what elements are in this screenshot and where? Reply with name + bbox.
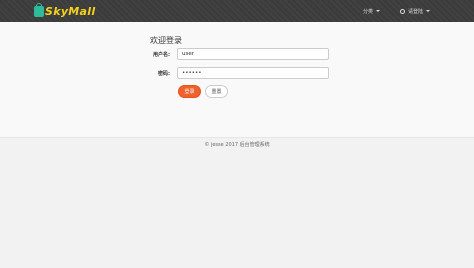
caret-down-icon (376, 10, 381, 12)
login-dropdown[interactable]: 请登陆 (400, 0, 431, 22)
brand-name: SkyMall (45, 4, 96, 18)
password-label: 密码: (158, 71, 170, 77)
category-dropdown[interactable]: 分类 (363, 0, 381, 22)
username-input[interactable]: user (177, 48, 329, 60)
main-content (0, 22, 474, 137)
reset-button[interactable]: 重置 (205, 85, 228, 98)
brand-logo[interactable]: SkyMall (34, 2, 96, 19)
login-button[interactable]: 登录 (178, 85, 201, 98)
login-label: 请登陆 (408, 8, 424, 15)
top-navbar: SkyMall 分类 请登陆 (0, 0, 474, 22)
user-icon (400, 8, 405, 14)
footer-text: © jesse 2017 后台管理系统 (204, 142, 270, 148)
footer-divider (0, 137, 474, 138)
password-input[interactable]: •••••• (177, 67, 329, 79)
shopping-bag-icon (34, 2, 44, 17)
category-label: 分类 (363, 8, 374, 15)
login-form-title: 欢迎登录 (150, 36, 182, 45)
caret-down-icon (426, 10, 431, 12)
username-label: 用户名: (153, 52, 170, 58)
